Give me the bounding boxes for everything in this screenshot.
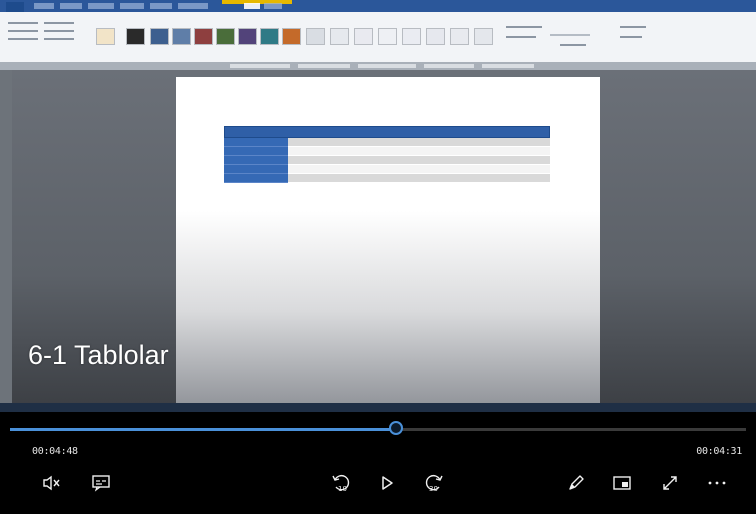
ruler-segment [424,64,474,68]
table-cell [224,156,288,165]
left-rail [0,70,12,412]
table-style-swatch [260,28,279,45]
ribbon-option [506,36,536,38]
skip-forward-30-icon: 30 [425,474,443,493]
ribbon-tab [150,3,172,9]
table-cell [224,165,288,174]
document-table [224,126,550,183]
captions-icon [92,475,110,492]
ruler-segment [482,64,534,68]
table-style-swatch [150,28,169,45]
seek-bar[interactable] [10,421,746,435]
table-style-swatch [306,28,325,45]
volume-muted-icon [43,475,60,491]
fullscreen-button[interactable] [657,470,683,496]
table-row [224,138,550,147]
design-tab-active [244,3,260,9]
table-style-swatch [126,28,145,45]
table-style-swatch [426,28,445,45]
table-style-swatch [238,28,257,45]
pencil-icon [569,475,584,490]
table-style-swatch [194,28,213,45]
ruler-segment [358,64,416,68]
ribbon-option [8,22,38,24]
table-cell [224,174,288,183]
ribbon-option [550,34,590,36]
table-cell [288,174,550,183]
ribbon-tab [264,3,282,9]
ribbon-tab [34,3,54,9]
table-style-swatch [378,28,397,45]
skip-back-label: 10 [338,485,347,493]
table-style-swatch [96,28,115,45]
ribbon-tab [178,3,208,9]
remaining-time: 00:04:31 [696,446,742,457]
ribbon-tab [120,3,144,9]
captions-button[interactable] [88,470,114,496]
more-icon [708,481,726,485]
table-cell [288,156,550,165]
table-style-swatch [216,28,235,45]
video-title: 6-1 Tablolar [28,340,169,370]
ribbon-option [620,36,642,38]
table-header-row [224,126,550,138]
table-row [224,174,550,183]
windows-taskbar [0,403,756,412]
table-style-swatch [402,28,421,45]
ribbon-option [506,26,542,28]
play-icon [382,476,393,490]
table-style-swatch [172,28,191,45]
word-ribbon-tabs [0,0,756,12]
ruler-segment [298,64,350,68]
mute-button[interactable] [39,470,65,496]
mini-view-icon [613,476,631,490]
elapsed-time: 00:04:48 [32,446,78,457]
skip-forward-button[interactable]: 30 [421,470,447,496]
ribbon-option [8,38,38,40]
word-ribbon [0,12,756,63]
table-cell [288,147,550,156]
table-cell [224,138,288,147]
table-row [224,156,550,165]
table-style-swatch [354,28,373,45]
table-style-swatch [450,28,469,45]
ribbon-option [620,26,646,28]
ribbon-option [44,22,74,24]
skip-back-10-icon: 10 [332,474,350,493]
mini-view-button[interactable] [609,470,635,496]
table-row [224,165,550,174]
skip-forward-label: 30 [429,485,438,493]
ruler [0,62,756,70]
video-frame[interactable]: 6-1 Tablolar [0,0,756,412]
table-style-swatch [330,28,349,45]
ribbon-option [8,30,38,32]
more-button[interactable] [704,470,730,496]
ruler-segment [230,64,290,68]
seek-progress [10,428,397,431]
ribbon-tab [88,3,114,9]
ribbon-option [560,44,586,46]
table-cell [224,147,288,156]
table-row [224,147,550,156]
ribbon-option [44,30,74,32]
ribbon-option [44,38,74,40]
table-cell [288,138,550,147]
table-style-swatch [282,28,301,45]
file-tab [6,2,24,12]
play-button[interactable] [374,470,400,496]
table-cell [288,165,550,174]
edit-button[interactable] [563,470,589,496]
seek-thumb[interactable] [389,421,404,435]
ribbon-tab [60,3,82,9]
table-style-swatch [474,28,493,45]
skip-back-button[interactable]: 10 [328,470,354,496]
expand-icon [663,476,677,490]
